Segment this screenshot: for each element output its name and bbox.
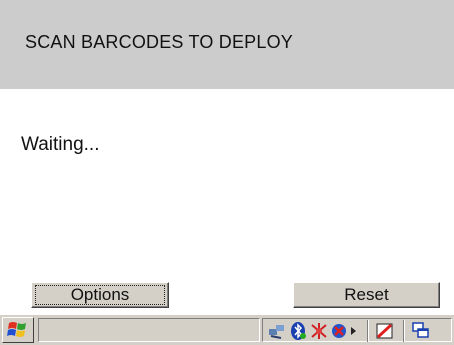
header-bar: SCAN BARCODES TO DEPLOY xyxy=(0,0,454,89)
tray-separator xyxy=(403,320,405,342)
input-panel-icon[interactable] xyxy=(375,321,395,341)
status-text: Waiting... xyxy=(21,134,100,155)
windows-flag-icon xyxy=(7,322,26,337)
desktop-icon[interactable] xyxy=(411,321,431,341)
page-title: SCAN BARCODES TO DEPLOY xyxy=(25,32,294,52)
arrow-icon[interactable] xyxy=(349,321,359,341)
taskbar xyxy=(0,314,454,345)
reset-button[interactable]: Reset xyxy=(293,282,440,308)
taskbar-task-area[interactable] xyxy=(38,318,260,342)
tray-separator xyxy=(367,320,369,342)
app-screen: SCAN BARCODES TO DEPLOY Waiting... Optio… xyxy=(0,0,454,345)
network-icon[interactable] xyxy=(267,321,287,341)
bluetooth-icon[interactable] xyxy=(288,321,308,341)
system-tray xyxy=(262,318,452,342)
reset-button-label: Reset xyxy=(344,285,389,304)
volume-icon[interactable] xyxy=(330,321,350,341)
options-button[interactable]: Options xyxy=(31,282,169,308)
start-button[interactable] xyxy=(2,317,34,343)
options-button-label: Options xyxy=(70,285,130,304)
wireless-icon[interactable] xyxy=(309,321,329,341)
